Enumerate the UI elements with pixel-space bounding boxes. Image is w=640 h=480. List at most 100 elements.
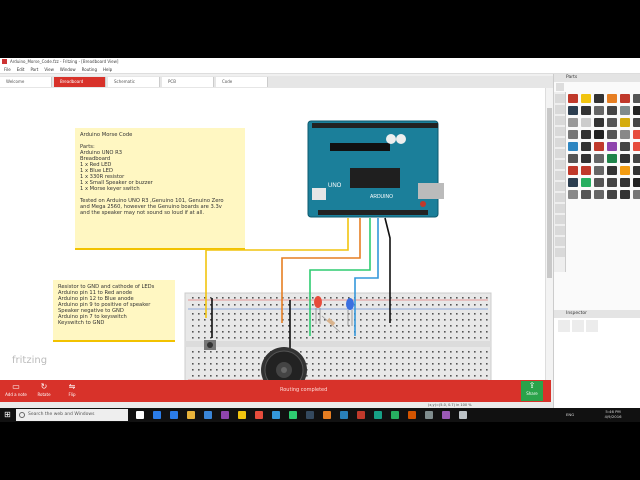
taskbar-app-icon[interactable] [187, 411, 195, 419]
tab-schematic[interactable]: Schematic [108, 77, 160, 87]
menu-window[interactable]: Window [60, 66, 76, 73]
part-bin-item[interactable] [581, 94, 591, 103]
part-bin-item[interactable] [594, 94, 604, 103]
parts-bin-tab[interactable] [555, 149, 565, 158]
part-bin-item[interactable] [633, 178, 640, 187]
taskbar-search-input[interactable]: Search the web and Windows [16, 409, 128, 421]
part-bin-item[interactable] [607, 190, 617, 199]
parts-search-icon[interactable] [556, 83, 564, 91]
windows-start-icon[interactable]: ⊞ [4, 411, 11, 419]
share-button[interactable]: ⇪ Share [521, 381, 543, 401]
rotate-button[interactable]: ↻ Rotate [32, 382, 56, 400]
parts-bin-tab[interactable] [555, 248, 565, 257]
part-bin-item[interactable] [620, 118, 630, 127]
taskbar-app-icon[interactable] [255, 411, 263, 419]
scrollbar-thumb[interactable] [547, 108, 552, 278]
parts-bin-tab[interactable] [555, 160, 565, 169]
tab-pcb[interactable]: PCB [162, 77, 214, 87]
taskbar-app-icon[interactable] [425, 411, 433, 419]
part-bin-item[interactable] [633, 106, 640, 115]
tab-code[interactable]: Code [216, 77, 268, 87]
parts-bin-tab[interactable] [555, 237, 565, 246]
part-bin-item[interactable] [607, 106, 617, 115]
part-bin-item[interactable] [581, 130, 591, 139]
part-bin-item[interactable] [594, 142, 604, 151]
part-bin-item[interactable] [594, 178, 604, 187]
add-note-button[interactable]: ▭ Add a note [4, 382, 28, 400]
language-indicator[interactable]: ENG [566, 412, 574, 417]
part-bin-item[interactable] [620, 154, 630, 163]
menu-routing[interactable]: Routing [82, 66, 97, 73]
part-bin-item[interactable] [633, 190, 640, 199]
part-bin-item[interactable] [568, 154, 578, 163]
tab-breadboard[interactable]: Breadboard [54, 77, 106, 87]
parts-bin-tab[interactable] [555, 105, 565, 114]
part-bin-item[interactable] [620, 190, 630, 199]
menu-edit[interactable]: Edit [17, 66, 25, 73]
part-bin-item[interactable] [633, 142, 640, 151]
part-bin-item[interactable] [594, 190, 604, 199]
taskbar-app-icon[interactable] [170, 411, 178, 419]
menu-part[interactable]: Part [30, 66, 38, 73]
parts-bin-tab[interactable] [555, 215, 565, 224]
taskbar-app-icon[interactable] [391, 411, 399, 419]
part-bin-item[interactable] [581, 166, 591, 175]
part-bin-item[interactable] [581, 178, 591, 187]
part-bin-item[interactable] [581, 106, 591, 115]
morse-keyer-switch[interactable] [204, 340, 216, 350]
parts-bin-tab[interactable] [555, 116, 565, 125]
taskbar-app-icon[interactable] [136, 411, 144, 419]
part-bin-item[interactable] [620, 106, 630, 115]
menu-file[interactable]: File [4, 66, 11, 73]
taskbar-app-icon[interactable] [204, 411, 212, 419]
taskbar-app-icon[interactable] [459, 411, 467, 419]
flip-button[interactable]: ⇋ Flip [60, 382, 84, 400]
part-bin-item[interactable] [620, 142, 630, 151]
taskbar-app-icon[interactable] [408, 411, 416, 419]
taskbar-app-icon[interactable] [153, 411, 161, 419]
part-bin-item[interactable] [633, 130, 640, 139]
canvas-vertical-scrollbar[interactable] [545, 88, 553, 380]
part-bin-item[interactable] [620, 94, 630, 103]
part-bin-item[interactable] [594, 154, 604, 163]
part-bin-item[interactable] [633, 118, 640, 127]
part-bin-item[interactable] [633, 166, 640, 175]
part-bin-item[interactable] [568, 142, 578, 151]
taskbar-app-icon[interactable] [442, 411, 450, 419]
taskbar-app-icon[interactable] [374, 411, 382, 419]
part-bin-item[interactable] [607, 166, 617, 175]
part-bin-item[interactable] [607, 130, 617, 139]
parts-bin-tab[interactable] [555, 94, 565, 103]
parts-bin-tab[interactable] [555, 182, 565, 191]
parts-bin-tab[interactable] [555, 204, 565, 213]
part-bin-item[interactable] [581, 190, 591, 199]
taskbar-app-icon[interactable] [306, 411, 314, 419]
part-bin-item[interactable] [607, 154, 617, 163]
arduino-uno-board[interactable]: UNO ARDUINO [307, 120, 444, 218]
part-bin-item[interactable] [633, 94, 640, 103]
part-bin-item[interactable] [568, 166, 578, 175]
taskbar-app-icon[interactable] [221, 411, 229, 419]
part-bin-item[interactable] [620, 178, 630, 187]
part-bin-item[interactable] [568, 106, 578, 115]
part-bin-item[interactable] [581, 142, 591, 151]
part-bin-item[interactable] [594, 118, 604, 127]
breadboard-canvas[interactable]: Arduino Morse Code Parts: Arduino UNO R3… [0, 88, 551, 380]
tab-welcome[interactable]: Welcome [0, 77, 52, 87]
part-bin-item[interactable] [607, 118, 617, 127]
taskbar-app-icon[interactable] [323, 411, 331, 419]
clock[interactable]: 5:46 PM 4/9/2016 [598, 409, 628, 419]
menu-view[interactable]: View [44, 66, 54, 73]
parts-bin-tab[interactable] [555, 193, 565, 202]
taskbar-app-icon[interactable] [357, 411, 365, 419]
parts-bin-tab[interactable] [555, 226, 565, 235]
part-bin-item[interactable] [581, 118, 591, 127]
part-bin-item[interactable] [620, 166, 630, 175]
parts-bin-tab[interactable] [555, 127, 565, 136]
part-bin-item[interactable] [581, 154, 591, 163]
parts-bin-tab[interactable] [555, 171, 565, 180]
part-bin-item[interactable] [620, 130, 630, 139]
part-bin-item[interactable] [633, 154, 640, 163]
part-bin-item[interactable] [594, 166, 604, 175]
part-bin-item[interactable] [607, 178, 617, 187]
